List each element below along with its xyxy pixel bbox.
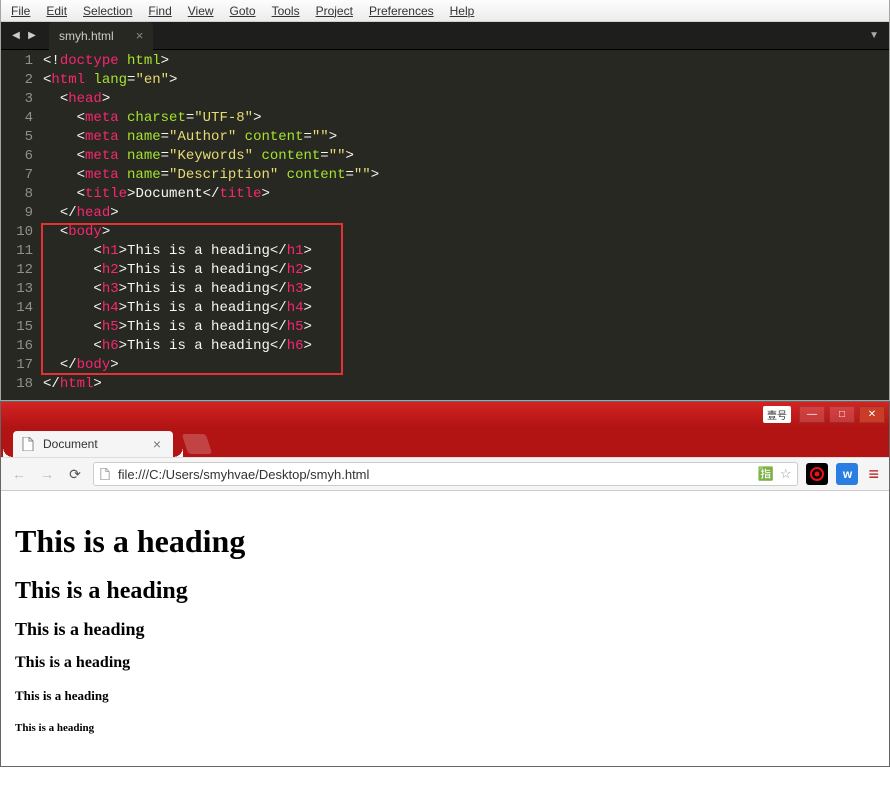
menu-goto[interactable]: Goto: [222, 2, 264, 20]
rendered-h5: This is a heading: [15, 688, 875, 704]
rendered-h6: This is a heading: [15, 722, 875, 734]
menu-tools[interactable]: Tools: [264, 2, 308, 20]
menu-view[interactable]: View: [180, 2, 222, 20]
rendered-h2: This is a heading: [15, 578, 875, 605]
menu-file[interactable]: File: [3, 2, 38, 20]
rendered-h4: This is a heading: [15, 654, 875, 672]
url-text: file:///C:/Users/smyhvae/Desktop/smyh.ht…: [118, 467, 752, 482]
browser-tab-label: Document: [43, 437, 98, 451]
code-area[interactable]: 123 456 789 101112 131415 161718 <!docty…: [1, 50, 889, 400]
browser-forward-icon[interactable]: →: [37, 464, 57, 484]
url-file-icon: [100, 468, 112, 480]
menu-project[interactable]: Project: [308, 2, 361, 20]
menu-preferences[interactable]: Preferences: [361, 2, 442, 20]
editor-nav-forward-icon[interactable]: ▶: [25, 29, 39, 43]
editor-tab-close-icon[interactable]: ×: [136, 28, 144, 43]
translate-icon[interactable]: 🈯: [758, 466, 774, 482]
browser-tab[interactable]: Document ×: [13, 431, 173, 457]
extension-w-icon[interactable]: w: [836, 463, 858, 485]
browser-toolbar: ← → ⟳ file:///C:/Users/smyhvae/Desktop/s…: [1, 457, 889, 491]
menu-help[interactable]: Help: [442, 2, 483, 20]
browser-reload-icon[interactable]: ⟳: [65, 464, 85, 484]
menu-find[interactable]: Find: [140, 2, 179, 20]
rendered-h1: This is a heading: [15, 523, 875, 560]
browser-back-icon[interactable]: ←: [9, 464, 29, 484]
editor-window: File Edit Selection Find View Goto Tools…: [0, 0, 890, 401]
extension-record-icon[interactable]: [806, 463, 828, 485]
code-lines[interactable]: <!doctype html> <html lang="en"> <head> …: [43, 52, 379, 394]
browser-menu-icon[interactable]: ≡: [866, 464, 881, 485]
browser-new-tab-button[interactable]: [182, 434, 212, 454]
browser-tab-close-icon[interactable]: ×: [153, 436, 161, 452]
editor-tab[interactable]: smyh.html ×: [49, 22, 153, 50]
gutter: 123 456 789 101112 131415 161718: [1, 52, 43, 394]
bookmark-star-icon[interactable]: ☆: [780, 466, 792, 482]
editor-tab-row: ◀ ▶ smyh.html × ▼: [1, 22, 889, 50]
menu-bar: File Edit Selection Find View Goto Tools…: [1, 0, 889, 22]
browser-content: This is a heading This is a heading This…: [1, 491, 889, 766]
page-file-icon: [21, 437, 35, 451]
menu-edit[interactable]: Edit: [38, 2, 75, 20]
editor-dark-area: ◀ ▶ smyh.html × ▼ 123 456 789 101112 131…: [1, 22, 889, 400]
browser-tabstrip: Document ×: [1, 427, 889, 457]
window-minimize-icon[interactable]: —: [799, 406, 825, 423]
menu-selection[interactable]: Selection: [75, 2, 140, 20]
browser-titlebar: 壹号 — □ ✕: [1, 402, 889, 427]
editor-nav-arrows: ◀ ▶: [7, 29, 45, 43]
url-bar[interactable]: file:///C:/Users/smyhvae/Desktop/smyh.ht…: [93, 462, 798, 486]
editor-tab-label: smyh.html: [59, 29, 114, 43]
titlebar-badge: 壹号: [763, 406, 791, 423]
window-maximize-icon[interactable]: □: [829, 406, 855, 423]
editor-tab-overflow-icon[interactable]: ▼: [859, 30, 889, 41]
rendered-h3: This is a heading: [15, 619, 875, 640]
editor-nav-back-icon[interactable]: ◀: [9, 29, 23, 43]
window-close-icon[interactable]: ✕: [859, 406, 885, 423]
browser-window: 壹号 — □ ✕ Document × ← → ⟳ file:///C:/Use…: [0, 401, 890, 767]
